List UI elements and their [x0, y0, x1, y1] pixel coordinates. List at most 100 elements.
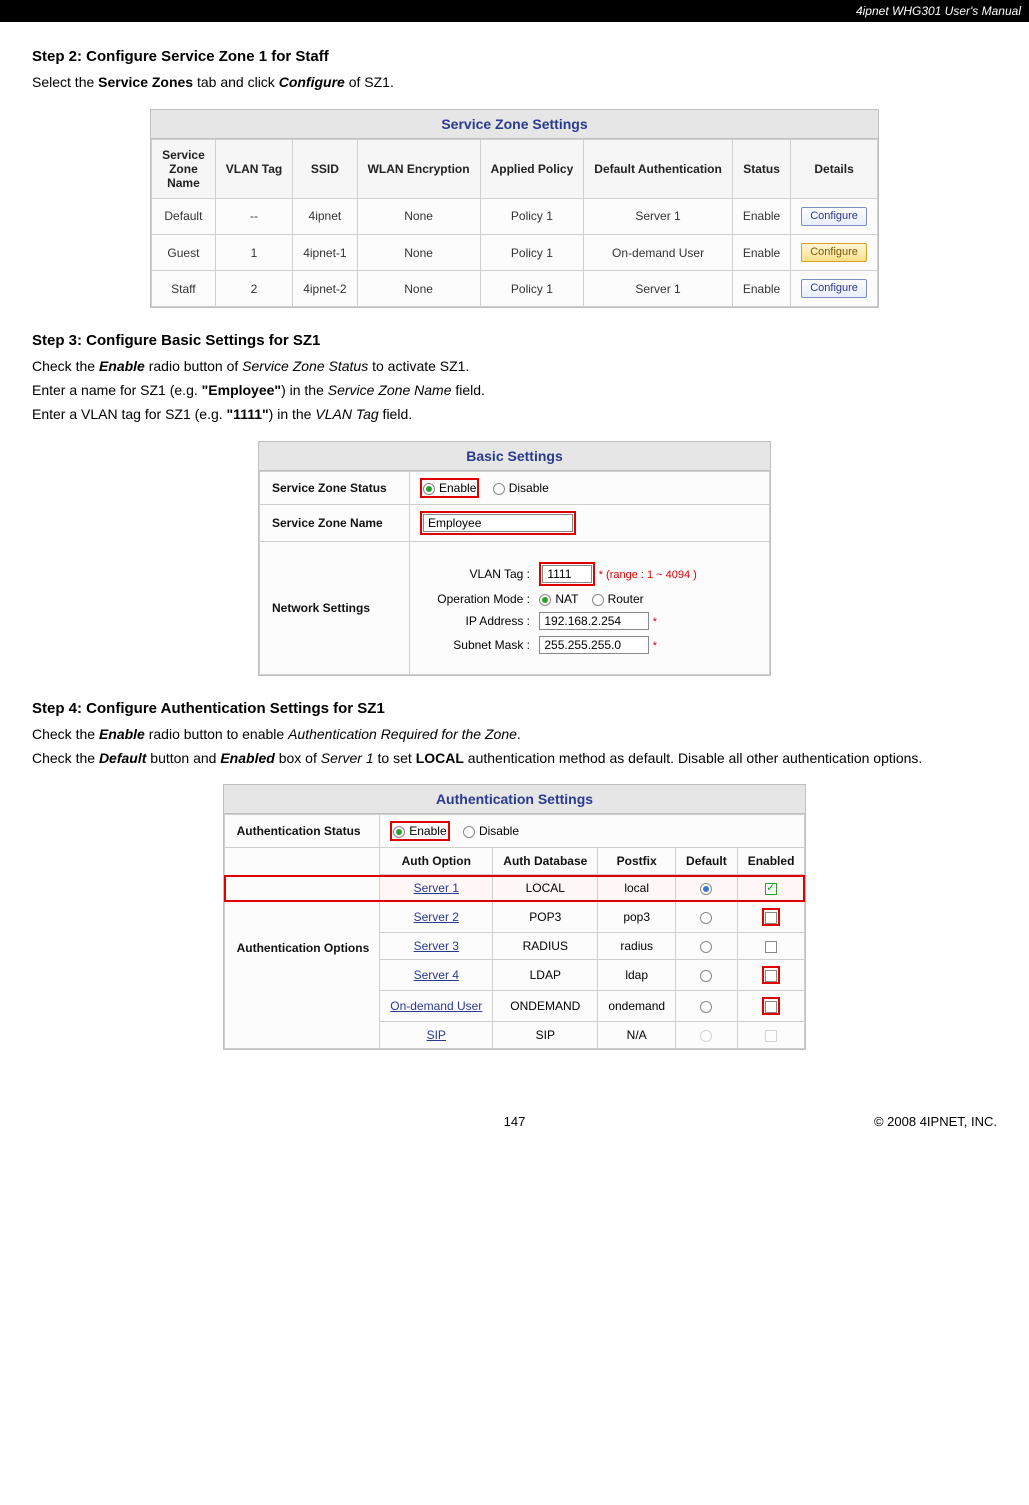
cell: --: [215, 198, 292, 234]
configure-button[interactable]: Configure: [801, 243, 867, 262]
name-cell: [410, 504, 770, 541]
cell: None: [357, 271, 480, 307]
footer-copyright: © 2008 4IPNET, INC.: [675, 1114, 997, 1129]
t: Enable: [99, 358, 145, 374]
t: ) in the: [269, 406, 316, 422]
step4-title: Step 4: Configure Authentication Setting…: [32, 700, 997, 717]
table-row: Staff 2 4ipnet-2 None Policy 1 Server 1 …: [152, 271, 878, 307]
cell: [676, 875, 738, 902]
t: ) in the: [281, 382, 328, 398]
network-label: Network Settings: [260, 541, 410, 674]
subnet-mask-input[interactable]: [539, 636, 649, 654]
enabled-checkbox[interactable]: [765, 1001, 777, 1013]
page-content: Step 2: Configure Service Zone 1 for Sta…: [0, 22, 1029, 1094]
router-radio[interactable]: [592, 594, 604, 606]
default-radio[interactable]: [700, 970, 712, 982]
t: Configure: [279, 74, 345, 90]
auth-link[interactable]: Server 2: [414, 910, 459, 924]
enabled-highlight: [762, 966, 780, 984]
cell: [737, 1022, 805, 1049]
configure-button[interactable]: Configure: [801, 207, 867, 226]
t: *: [653, 616, 657, 628]
t: radio button of: [145, 358, 242, 374]
service-zone-name-input[interactable]: [423, 514, 573, 532]
th: Status: [732, 139, 790, 198]
cell: N/A: [598, 1022, 676, 1049]
enabled-checkbox[interactable]: [765, 970, 777, 982]
t: Enabled: [220, 750, 274, 766]
auth-link[interactable]: Server 1: [414, 881, 459, 895]
cell: 1: [215, 234, 292, 270]
cell: LOCAL: [493, 875, 598, 902]
enabled-checkbox[interactable]: [765, 941, 777, 953]
cell: ONDEMAND: [493, 991, 598, 1022]
page-number: 147: [354, 1114, 676, 1129]
cell: Server 1: [584, 271, 733, 307]
t: to set: [374, 750, 416, 766]
figure-basic-settings: Basic Settings Service Zone Status Enabl…: [32, 441, 997, 676]
cell: On-demand User: [584, 234, 733, 270]
t: NAT: [555, 592, 578, 606]
configure-button[interactable]: Configure: [801, 279, 867, 298]
cell: [676, 933, 738, 960]
nat-radio[interactable]: [539, 594, 551, 606]
auth-link[interactable]: SIP: [427, 1028, 446, 1042]
enable-highlight: Enable: [420, 478, 479, 498]
t: IP Address :: [420, 614, 530, 628]
t: *: [653, 640, 657, 652]
auth-enable-highlight: Enable: [390, 821, 449, 841]
t: VLAN Tag :: [420, 567, 530, 581]
auth-enable-radio[interactable]: [393, 826, 405, 838]
default-radio[interactable]: [700, 941, 712, 953]
step4-text: Check the Enable radio button to enable …: [32, 723, 997, 771]
cell: Server 1: [380, 875, 493, 902]
name-label: Service Zone Name: [260, 504, 410, 541]
vlan-tag-input[interactable]: [542, 565, 592, 583]
cell: [737, 991, 805, 1022]
default-radio: [700, 1030, 712, 1042]
cell: Configure: [791, 271, 878, 307]
default-radio[interactable]: [700, 912, 712, 924]
th: Default: [676, 848, 738, 875]
status-cell: Enable Disable: [410, 471, 770, 504]
basic-settings-table: Service Zone Status Enable Disable Servi…: [259, 471, 770, 675]
disable-radio[interactable]: [493, 483, 505, 495]
cell: pop3: [598, 902, 676, 933]
t: Disable: [509, 481, 549, 495]
t: of SZ1.: [345, 74, 394, 90]
cell: [737, 933, 805, 960]
cell: [737, 902, 805, 933]
ip-address-input[interactable]: [539, 612, 649, 630]
enabled-checkbox[interactable]: [765, 912, 777, 924]
cell: Default: [152, 198, 216, 234]
t: * (range : 1 ~ 4094 ): [599, 569, 697, 581]
cell: RADIUS: [493, 933, 598, 960]
auth-link[interactable]: Server 3: [414, 939, 459, 953]
t: box of: [275, 750, 321, 766]
t: Enable: [99, 726, 145, 742]
cell: Server 3: [380, 933, 493, 960]
enable-radio[interactable]: [423, 483, 435, 495]
cell: Enable: [732, 198, 790, 234]
cell: [737, 960, 805, 991]
t: authentication method as default. Disabl…: [464, 750, 922, 766]
cell: SIP: [493, 1022, 598, 1049]
auth-status-label: Authentication Status: [224, 815, 380, 848]
default-radio[interactable]: [700, 883, 712, 895]
t: Select the: [32, 74, 98, 90]
cell: [676, 1022, 738, 1049]
default-radio[interactable]: [700, 1001, 712, 1013]
t: Router: [608, 592, 644, 606]
cell: [676, 960, 738, 991]
auth-link[interactable]: On-demand User: [390, 999, 482, 1013]
cell: ldap: [598, 960, 676, 991]
auth-disable-radio[interactable]: [463, 826, 475, 838]
cell: LDAP: [493, 960, 598, 991]
t: Enter a name for SZ1 (e.g.: [32, 382, 202, 398]
t: VLAN Tag: [315, 406, 378, 422]
cell: Enable: [732, 234, 790, 270]
enabled-highlight: [762, 997, 780, 1015]
auth-link[interactable]: Server 4: [414, 968, 459, 982]
enabled-checkbox[interactable]: [765, 883, 777, 895]
network-cell: VLAN Tag : * (range : 1 ~ 4094 ) Operati…: [410, 541, 770, 674]
